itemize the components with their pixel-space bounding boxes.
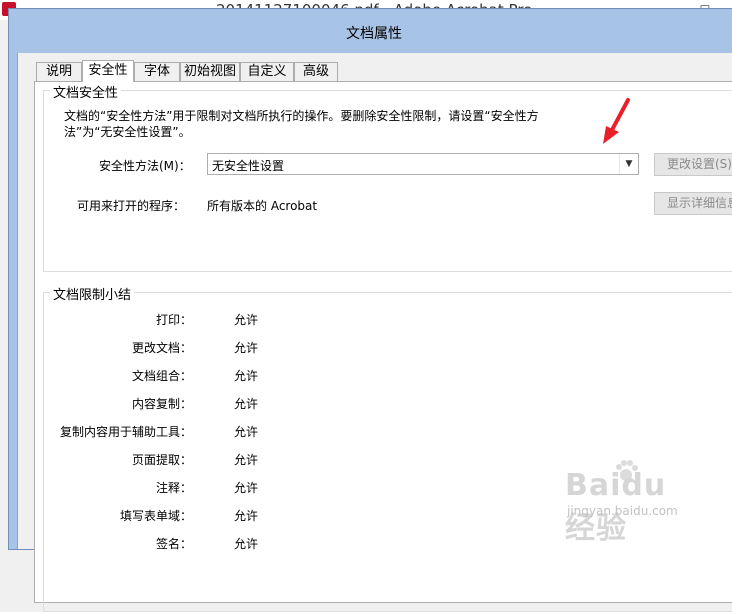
watermark-url: jingyan.baidu.com [567,504,678,518]
tab-advanced[interactable]: 高级 [294,62,338,81]
restriction-label-form-fill: 填写表单域： [119,509,192,523]
restriction-label-commenting: 注释： [155,481,192,495]
restriction-value-commenting: 允许 [234,481,259,495]
restrictions-summary-group: 文档限制小结 打印： 允许 更改文档： 允许 文档组合： 允许 内容复制： 允许… [43,284,732,612]
restriction-value-signing: 允许 [234,537,259,551]
tab-fonts[interactable]: 字体 [134,62,180,81]
security-description: 文档的“安全性方法”用于限制对文档所执行的操作。要删除安全性限制，请设置“安全性… [64,109,539,139]
chevron-down-icon[interactable]: ▼ [619,154,638,174]
restriction-label-assembly: 文档组合： [131,369,192,383]
tab-custom[interactable]: 自定义 [240,62,294,81]
restriction-value-form-fill: 允许 [234,509,259,523]
restriction-value-accessibility-copy: 允许 [234,425,259,439]
show-details-button[interactable]: 显示详细信息(D)... [654,192,732,215]
program-label: 可用来打开的程序： [77,199,186,213]
change-settings-button[interactable]: 更改设置(S)... [654,153,732,176]
tab-security[interactable]: 安全性 [82,60,134,82]
baidu-watermark: Baidu经验 jingyan.baidu.com [565,456,695,546]
dialog-title: 文档属性 [346,26,402,42]
restriction-value-assembly: 允许 [234,369,259,383]
restriction-value-page-extraction: 允许 [234,453,259,467]
restriction-label-change-document: 更改文档： [131,341,192,355]
security-method-select[interactable]: 无安全性设置 ▼ [207,153,639,175]
restriction-label-print: 打印： [155,313,192,327]
restrictions-summary-legend: 文档限制小结 [50,284,135,303]
restriction-value-change-document: 允许 [234,341,259,355]
program-value: 所有版本的 Acrobat [207,199,318,213]
restriction-value-print: 允许 [234,313,259,327]
restriction-label-page-extraction: 页面提取： [131,453,192,467]
restriction-value-content-copy: 允许 [234,397,259,411]
document-security-legend: 文档安全性 [50,82,122,101]
security-method-label: 安全性方法(M)： [99,159,191,173]
tab-initial-view[interactable]: 初始视图 [180,62,240,81]
tab-description[interactable]: 说明 [36,62,82,81]
restriction-label-signing: 签名： [155,537,192,551]
security-method-value: 无安全性设置 [212,159,285,173]
dialog-titlebar[interactable]: 文档属性 [9,9,732,53]
red-arrow-annotation [603,98,630,144]
restriction-label-content-copy: 内容复制： [131,397,192,411]
restriction-label-accessibility-copy: 复制内容用于辅助工具： [59,425,192,439]
